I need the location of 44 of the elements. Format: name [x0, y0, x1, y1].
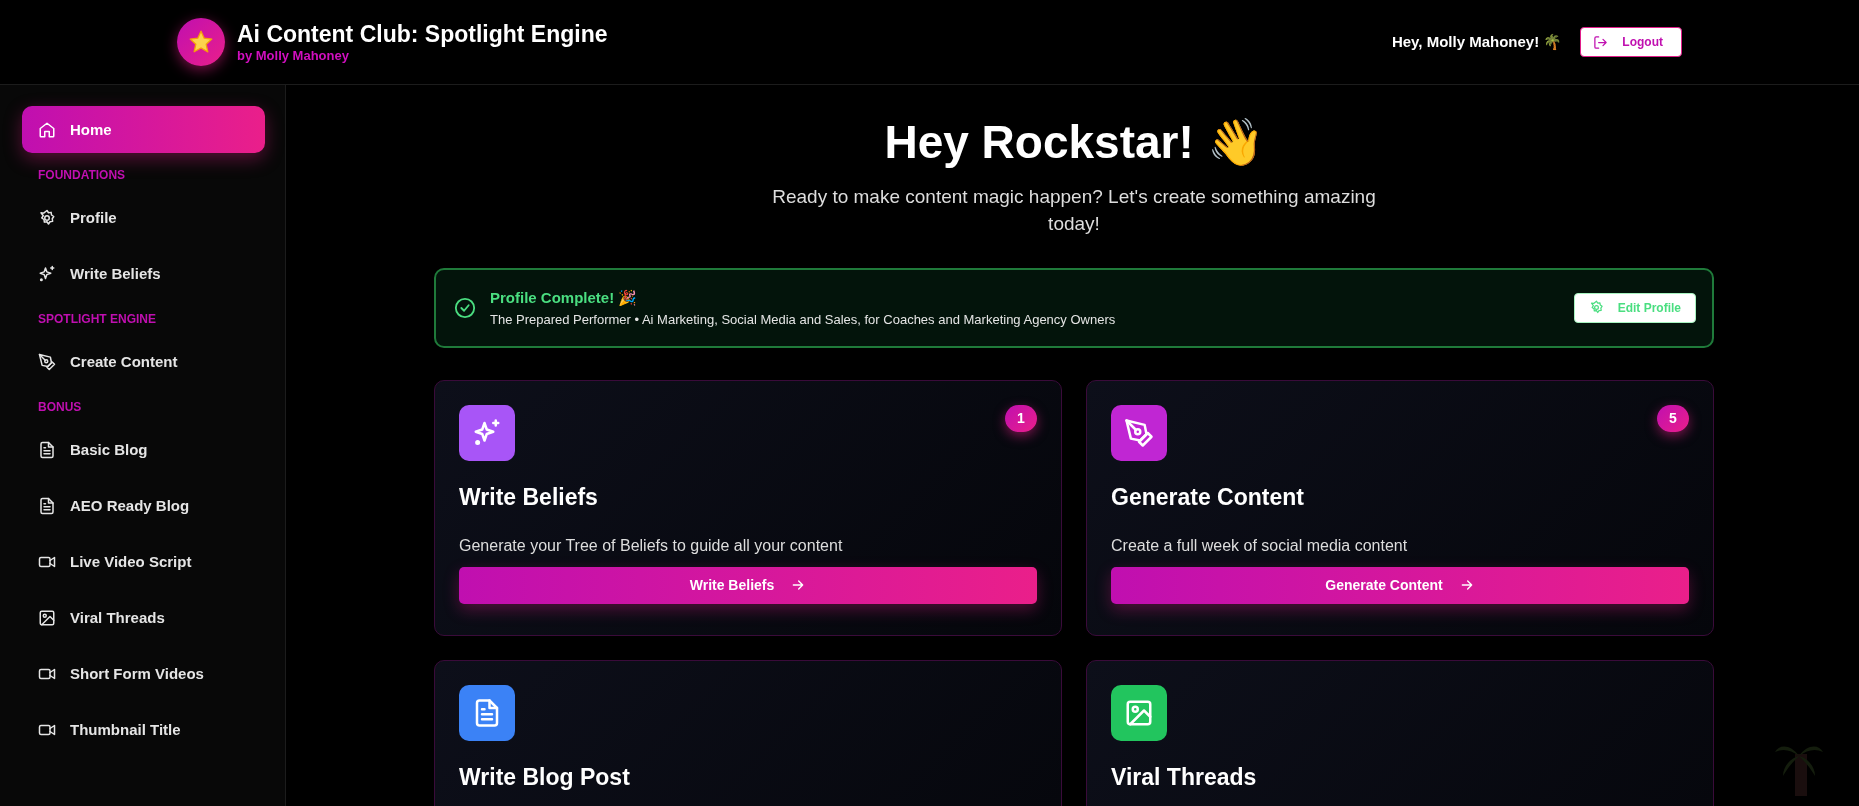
- card-title: Generate Content: [1111, 482, 1305, 512]
- logout-icon: [1593, 34, 1609, 50]
- sidebar-item[interactable]: Basic Blog: [22, 426, 265, 473]
- app-subtitle: by Molly Mahoney: [237, 48, 350, 64]
- section-heading: SPOTLIGHT ENGINE: [37, 311, 157, 328]
- section-heading: BONUS: [37, 399, 83, 416]
- settings-icon: [38, 208, 56, 227]
- image-icon: [38, 608, 56, 627]
- sidebar-item[interactable]: Live Video Script: [22, 538, 265, 585]
- sidebar-item[interactable]: Profile: [22, 194, 265, 241]
- check-circle-icon: [454, 296, 476, 319]
- banner-details: The Prepared Performer • Ai Marketing, Social Media and Sales, for Coaches and Marketing Agency Owners: [490, 311, 1117, 327]
- document-icon: [38, 440, 56, 459]
- welcome-heading: Hey Rockstar! 👋: [884, 115, 1264, 170]
- greeting-text: Hey, Molly Mahoney! 🌴: [1391, 33, 1563, 51]
- welcome-subtitle: Ready to make content magic happen? Let's create something amazing today!: [771, 184, 1377, 237]
- sidebar-item[interactable]: Create Content: [22, 338, 265, 385]
- sparkles-icon: [38, 264, 56, 283]
- card-action-button[interactable]: Write Beliefs: [459, 566, 1037, 604]
- card-description: Create a full week of social media content: [1111, 536, 1409, 555]
- star-logo: [177, 18, 225, 66]
- banner-title: Profile Complete! 🎉: [490, 288, 639, 307]
- pen-icon: [38, 352, 56, 371]
- sidebar-item[interactable]: Viral Threads: [22, 594, 265, 641]
- document-icon: [38, 496, 56, 515]
- sidebar-item[interactable]: Write Beliefs: [22, 250, 265, 297]
- card-action-button[interactable]: Generate Content: [1111, 566, 1689, 604]
- count-badge: 5: [1657, 404, 1689, 432]
- pen-icon: [1124, 417, 1154, 448]
- section-heading: FOUNDATIONS: [37, 167, 127, 184]
- sparkles-icon: [472, 417, 502, 448]
- sidebar-item[interactable]: AEO Ready Blog: [22, 482, 265, 529]
- settings-icon: [1588, 300, 1604, 316]
- home-icon: [38, 120, 56, 139]
- sidebar-item[interactable]: Home: [22, 106, 265, 153]
- card-title: Write Blog Post: [459, 762, 631, 792]
- card-title: Viral Threads: [1111, 762, 1258, 792]
- sidebar-item[interactable]: Short Form Videos: [22, 650, 265, 697]
- logout-button[interactable]: Logout: [1580, 27, 1682, 57]
- card-title: Write Beliefs: [459, 482, 599, 512]
- count-badge: 1: [1005, 404, 1037, 432]
- sidebar-item[interactable]: Thumbnail Title: [22, 706, 265, 753]
- card-description: Generate your Tree of Beliefs to guide all your content: [459, 536, 844, 555]
- app-title: Ai Content Club: Spotlight Engine: [237, 20, 608, 49]
